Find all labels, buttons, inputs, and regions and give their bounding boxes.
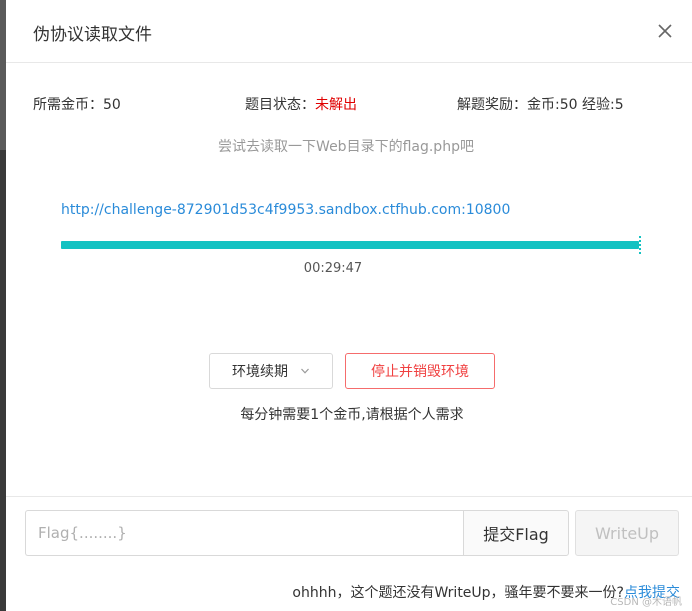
time-remaining-text: 00:29:47 — [303, 261, 363, 276]
required-coins: 所需金币：50 — [33, 94, 121, 114]
challenge-status-value: 未解出 — [315, 97, 357, 113]
time-remaining-fill — [61, 241, 639, 249]
challenge-status: 题目状态：未解出 — [245, 94, 357, 114]
destroy-environment-button[interactable]: 停止并销毁环境 — [345, 353, 495, 389]
dialog-title: 伪协议读取文件 — [33, 25, 152, 45]
time-remaining-bar — [61, 236, 641, 254]
challenge-status-label: 题目状态： — [245, 97, 315, 113]
environment-url-link[interactable]: http://challenge-872901d53c4f9953.sandbo… — [61, 202, 510, 218]
required-coins-label: 所需金币： — [33, 97, 103, 113]
close-icon[interactable] — [656, 22, 674, 40]
writeup-note-text: ohhhh，这个题还没有WriteUp，骚年要不要来一份? — [292, 585, 624, 601]
solve-reward: 解题奖励：金币:50 经验:5 — [457, 94, 624, 114]
solve-reward-value: 金币:50 经验:5 — [527, 97, 624, 113]
required-coins-value: 50 — [103, 97, 121, 113]
submit-flag-button[interactable]: 提交Flag — [463, 510, 569, 556]
watermark: CSDN @木语帆 — [610, 597, 682, 608]
writeup-button[interactable]: WriteUp — [575, 510, 679, 556]
challenge-dialog: 伪协议读取文件 所需金币：50 题目状态：未解出 解题奖励：金币:50 经验:5… — [0, 0, 692, 611]
time-remaining-end-marker — [639, 236, 641, 254]
renew-environment-button[interactable]: 环境续期 — [209, 353, 333, 389]
renew-environment-label: 环境续期 — [232, 364, 288, 380]
solve-reward-label: 解题奖励： — [457, 97, 527, 113]
footer-divider — [6, 496, 692, 497]
dialog-header: 伪协议读取文件 — [6, 0, 692, 63]
challenge-hint: 尝试去读取一下Web目录下的flag.php吧 — [218, 139, 474, 155]
flag-input[interactable] — [25, 510, 463, 556]
backdrop-edge — [0, 0, 6, 611]
cost-note: 每分钟需要1个金币,请根据个人需求 — [240, 407, 464, 423]
chevron-down-icon — [301, 368, 309, 374]
